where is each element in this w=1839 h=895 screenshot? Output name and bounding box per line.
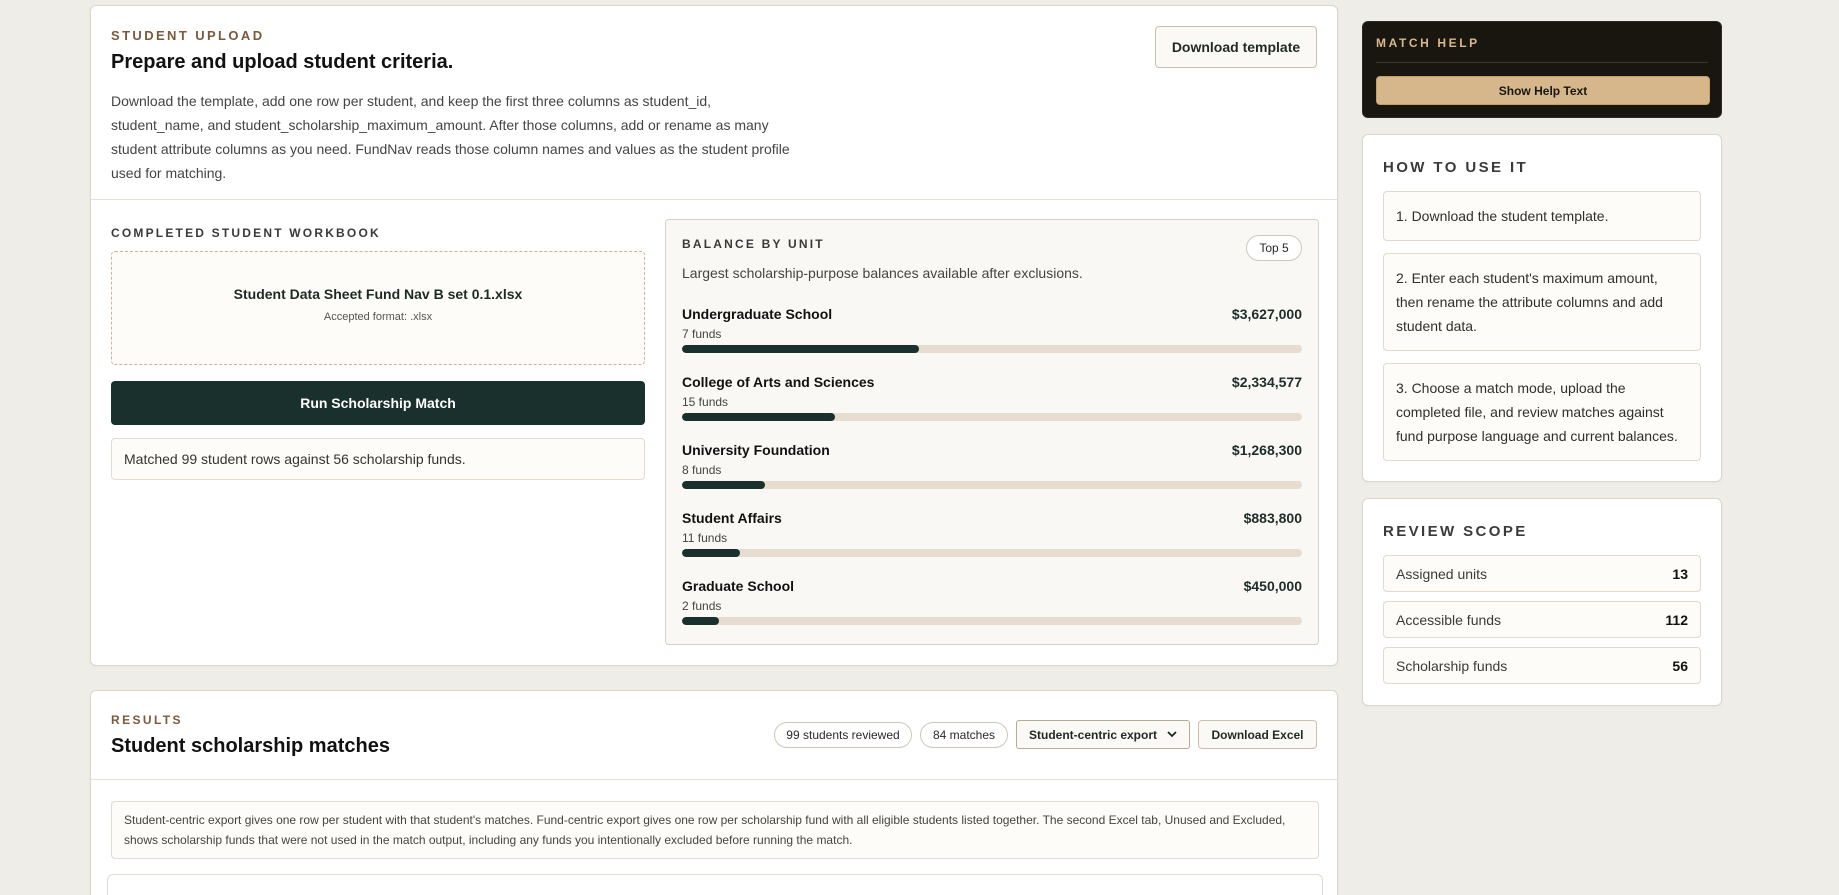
unit-name: College of Arts and Sciences <box>682 374 875 390</box>
students-reviewed-badge: 99 students reviewed <box>774 721 912 748</box>
divider <box>1376 62 1708 63</box>
unit-row: College of Arts and Sciences $2,334,577 … <box>682 374 1302 436</box>
upload-title: Prepare and upload student criteria. <box>111 51 454 73</box>
top5-badge: Top 5 <box>1246 235 1302 261</box>
file-dropzone[interactable]: Student Data Sheet Fund Nav B set 0.1.xl… <box>111 251 645 365</box>
match-help-panel: MATCH HELP Show Help Text <box>1362 21 1722 118</box>
unit-row: Student Affairs $883,800 11 funds <box>682 510 1302 572</box>
upload-header: STUDENT UPLOAD Prepare and upload studen… <box>111 28 453 74</box>
unit-amount: $450,000 <box>1243 578 1302 594</box>
balance-label: BALANCE BY UNIT <box>682 237 825 251</box>
scope-label: REVIEW SCOPE <box>1383 523 1528 540</box>
scope-row-label: Assigned units <box>1396 565 1488 582</box>
balance-by-unit-panel: BALANCE BY UNIT Top 5 Largest scholarshi… <box>665 219 1319 645</box>
unit-bar-track <box>682 481 1302 489</box>
unit-bar-track <box>682 413 1302 421</box>
upload-eyebrow: STUDENT UPLOAD <box>111 28 265 43</box>
unit-bar-track <box>682 617 1302 625</box>
chevron-down-icon <box>1167 731 1177 738</box>
scope-row-value: 56 <box>1672 657 1688 674</box>
balance-description: Largest scholarship-purpose balances ava… <box>682 265 1083 281</box>
unit-row: Graduate School $450,000 2 funds <box>682 578 1302 640</box>
accepted-format: Accepted format: .xlsx <box>323 311 433 323</box>
unit-amount: $3,627,000 <box>1231 306 1302 322</box>
upload-description: Download the template, add one row per s… <box>111 93 790 181</box>
results-toolbar: 99 students reviewed 84 matches Student-… <box>774 720 1317 749</box>
scope-row-value: 13 <box>1672 565 1688 582</box>
matches-badge: 84 matches <box>920 721 1008 748</box>
export-mode-select[interactable]: Student-centric export <box>1016 720 1190 749</box>
unit-bar-track <box>682 345 1302 353</box>
results-table-container <box>107 874 1323 895</box>
scope-row-value: 112 <box>1665 611 1688 628</box>
unit-amount: $2,334,577 <box>1231 374 1302 390</box>
unit-name: Student Affairs <box>682 510 782 526</box>
download-excel-button[interactable]: Download Excel <box>1198 720 1317 749</box>
scope-row-label: Scholarship funds <box>1396 657 1508 674</box>
howto-step: 1. Download the student template. <box>1383 191 1701 241</box>
unit-fund-count: 15 funds <box>682 395 729 409</box>
unit-amount: $883,800 <box>1243 510 1302 526</box>
results-card: RESULTS Student scholarship matches 99 s… <box>90 690 1338 895</box>
howto-step: 3. Choose a match mode, upload the compl… <box>1383 363 1701 461</box>
unit-name: University Foundation <box>682 442 830 458</box>
unit-bar-track <box>682 549 1302 557</box>
how-to-use-panel: HOW TO USE IT 1. Download the student te… <box>1362 134 1722 482</box>
scope-row-assigned-units: Assigned units 13 <box>1383 555 1701 592</box>
run-scholarship-match-button[interactable]: Run Scholarship Match <box>111 381 645 425</box>
upload-card: STUDENT UPLOAD Prepare and upload studen… <box>90 5 1338 666</box>
unit-bar-fill <box>682 345 920 353</box>
unit-fund-count: 2 funds <box>682 599 722 613</box>
unit-name: Graduate School <box>682 578 795 594</box>
show-help-text-button[interactable]: Show Help Text <box>1376 76 1710 105</box>
review-scope-panel: REVIEW SCOPE Assigned units 13 Accessibl… <box>1362 498 1722 706</box>
export-mode-value: Student-centric export <box>1028 727 1157 742</box>
unit-row: University Foundation $1,268,300 8 funds <box>682 442 1302 504</box>
export-explanation: Student-centric export gives one row per… <box>111 801 1319 859</box>
unit-fund-count: 11 funds <box>682 531 728 545</box>
unit-bar-fill <box>682 481 766 489</box>
divider <box>91 199 1337 200</box>
results-eyebrow: RESULTS <box>111 713 183 727</box>
scope-row-accessible-funds: Accessible funds 112 <box>1383 601 1701 638</box>
match-status: Matched 99 student rows against 56 schol… <box>111 438 645 480</box>
results-title: Student scholarship matches <box>111 735 390 757</box>
unit-bar-fill <box>682 617 719 625</box>
uploaded-file-name: Student Data Sheet Fund Nav B set 0.1.xl… <box>233 286 523 302</box>
help-label: MATCH HELP <box>1376 36 1480 50</box>
unit-row: Undergraduate School $3,627,000 7 funds <box>682 306 1302 368</box>
unit-amount: $1,268,300 <box>1231 442 1302 458</box>
howto-step: 2. Enter each student's maximum amount, … <box>1383 253 1701 351</box>
scope-row-label: Accessible funds <box>1396 611 1502 628</box>
unit-fund-count: 7 funds <box>682 327 722 341</box>
workbook-label: COMPLETED STUDENT WORKBOOK <box>111 226 381 240</box>
unit-bar-fill <box>682 413 835 421</box>
unit-fund-count: 8 funds <box>682 463 722 477</box>
unit-name: Undergraduate School <box>682 306 833 322</box>
download-template-button[interactable]: Download template <box>1155 26 1317 68</box>
divider <box>91 779 1337 780</box>
howto-label: HOW TO USE IT <box>1383 159 1529 176</box>
scope-row-scholarship-funds: Scholarship funds 56 <box>1383 647 1701 684</box>
unit-bar-fill <box>682 549 740 557</box>
